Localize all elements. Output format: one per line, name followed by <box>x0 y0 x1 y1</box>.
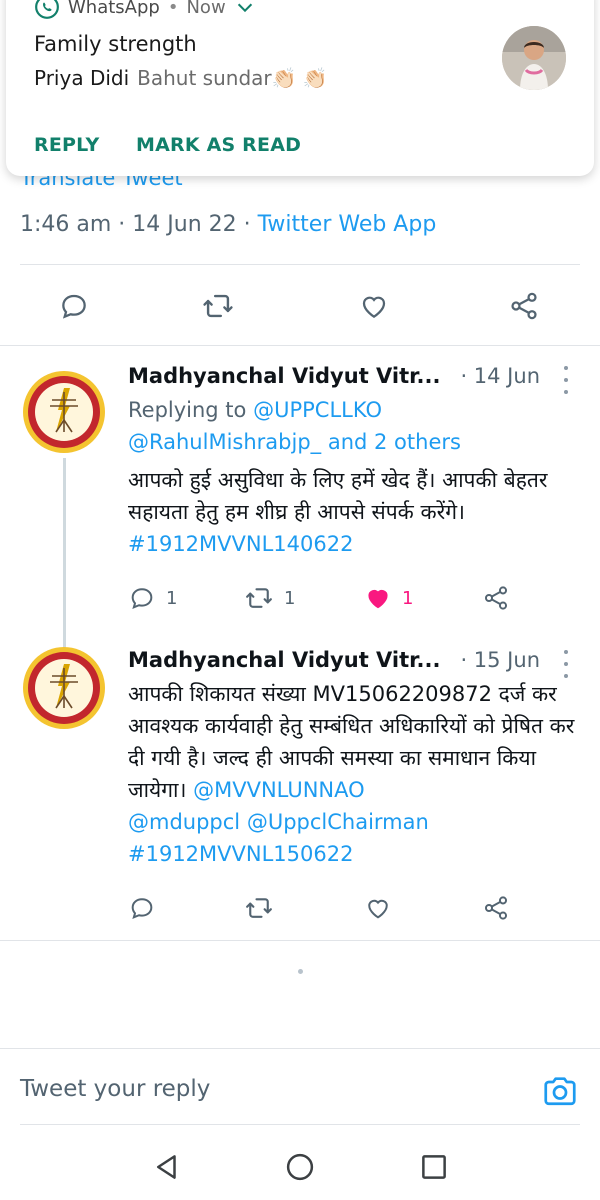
avatar[interactable] <box>22 370 106 454</box>
author-name[interactable]: Madhyanchal Vidyut Vitr... <box>128 364 440 388</box>
share-icon[interactable] <box>506 288 542 324</box>
tweet-timestamp: 1:46 am · 14 Jun 22 · Twitter Web App <box>20 212 436 237</box>
share-icon <box>484 586 508 610</box>
retweet-button[interactable]: 1 <box>244 580 295 616</box>
chevron-down-icon <box>237 3 252 13</box>
notification-app-name: WhatsApp <box>68 0 160 18</box>
notification-time: Now <box>186 0 226 18</box>
more-options-icon[interactable] <box>556 650 576 678</box>
reply-actions: 1 1 1 <box>128 580 568 616</box>
system-nav-bar <box>0 1134 600 1200</box>
notification-header: WhatsApp • Now <box>34 0 256 20</box>
reply-tweet[interactable]: Madhyanchal Vidyut Vitr... · 15 Jun आपकी… <box>0 630 600 940</box>
reply-text: आपको हुई असुविधा के लिए हमें खेद हैं। आप… <box>128 468 548 524</box>
retweet-button[interactable] <box>244 890 274 926</box>
retweet-icon[interactable] <box>200 288 236 324</box>
tweet-source-link[interactable]: Twitter Web App <box>258 212 437 237</box>
reply-tweet[interactable]: Madhyanchal Vidyut Vitr... · 14 Jun Repl… <box>0 346 600 648</box>
camera-icon[interactable] <box>542 1074 578 1108</box>
author-name[interactable]: Madhyanchal Vidyut Vitr... <box>128 648 440 672</box>
reply-body: आपकी शिकायत संख्या MV15062209872 दर्ज कर… <box>128 678 588 870</box>
tweet-time-date: 1:46 am · 14 Jun 22 · <box>20 212 258 237</box>
notification-message: Bahut sundar👏🏻 👏🏻 <box>137 66 328 90</box>
share-button[interactable] <box>482 890 510 926</box>
home-icon[interactable] <box>285 1152 315 1182</box>
tweet-reply-input[interactable]: Tweet your reply <box>20 1076 210 1102</box>
replying-to: Replying to @UPPCLLKO @RahulMishrabjp_ a… <box>128 394 588 458</box>
like-icon <box>368 899 388 919</box>
mark-as-read-button[interactable]: MARK AS READ <box>136 134 301 156</box>
like-button[interactable]: 1 <box>364 580 413 616</box>
reply-actions <box>128 890 568 926</box>
reply-button[interactable]: 1 <box>128 580 177 616</box>
notification-separator: • <box>167 0 179 18</box>
reply-date: · 15 Jun <box>460 648 540 672</box>
mention-link[interactable]: @UppclChairman <box>247 810 429 834</box>
retweet-icon <box>246 588 272 608</box>
avatar[interactable] <box>22 646 106 730</box>
share-icon <box>484 896 508 920</box>
reply-author[interactable]: Madhyanchal Vidyut Vitr... <box>128 364 440 388</box>
reply-icon <box>131 588 153 610</box>
reply-compose-bar: Tweet your reply <box>0 1050 600 1134</box>
more-options-icon[interactable] <box>556 366 576 394</box>
recents-icon[interactable] <box>419 1152 449 1182</box>
divider <box>0 1048 600 1049</box>
notification-body: Priya Didi Bahut sundar👏🏻 👏🏻 <box>34 66 328 90</box>
mention-link[interactable]: @mduppcl <box>128 810 240 834</box>
like-icon[interactable] <box>356 288 392 324</box>
reply-date: · 14 Jun <box>460 364 540 388</box>
loading-dot <box>298 969 303 974</box>
like-button[interactable] <box>364 890 392 926</box>
mention-link[interactable]: @MVVNLUNNAO <box>193 778 365 802</box>
hashtag-link[interactable]: #1912MVVNL150622 <box>128 842 353 866</box>
reply-icon <box>131 898 153 920</box>
thread-line <box>63 458 66 648</box>
reply-count: 1 <box>166 587 178 609</box>
share-button[interactable] <box>482 580 510 616</box>
reply-author[interactable]: Madhyanchal Vidyut Vitr... <box>128 648 440 672</box>
retweet-count: 1 <box>284 587 296 609</box>
reply-button[interactable]: REPLY <box>34 134 99 156</box>
replying-to-label: Replying to <box>128 398 254 422</box>
reply-body: आपको हुई असुविधा के लिए हमें खेद हैं। आप… <box>128 464 588 560</box>
notification-title: Family strength <box>34 32 197 56</box>
reply-button[interactable] <box>128 890 156 926</box>
divider <box>20 1124 580 1125</box>
whatsapp-icon <box>35 0 59 19</box>
contact-photo <box>502 26 566 90</box>
like-icon-filled <box>368 590 388 609</box>
mention-link[interactable]: @UPPCLLKO <box>253 398 382 422</box>
like-count: 1 <box>402 587 414 609</box>
back-icon[interactable] <box>152 1152 182 1182</box>
whatsapp-notification[interactable]: WhatsApp • Now Family strength Priya Did… <box>6 0 594 176</box>
mention-link[interactable]: @RahulMishrabjp_ and 2 others <box>128 430 461 454</box>
notification-sender: Priya Didi <box>34 66 130 90</box>
main-tweet-action-bar <box>0 266 600 346</box>
divider <box>20 264 580 265</box>
hashtag-link[interactable]: #1912MVVNL140622 <box>128 532 353 556</box>
retweet-icon <box>246 898 272 918</box>
divider <box>0 940 600 941</box>
reply-icon[interactable] <box>56 288 92 324</box>
